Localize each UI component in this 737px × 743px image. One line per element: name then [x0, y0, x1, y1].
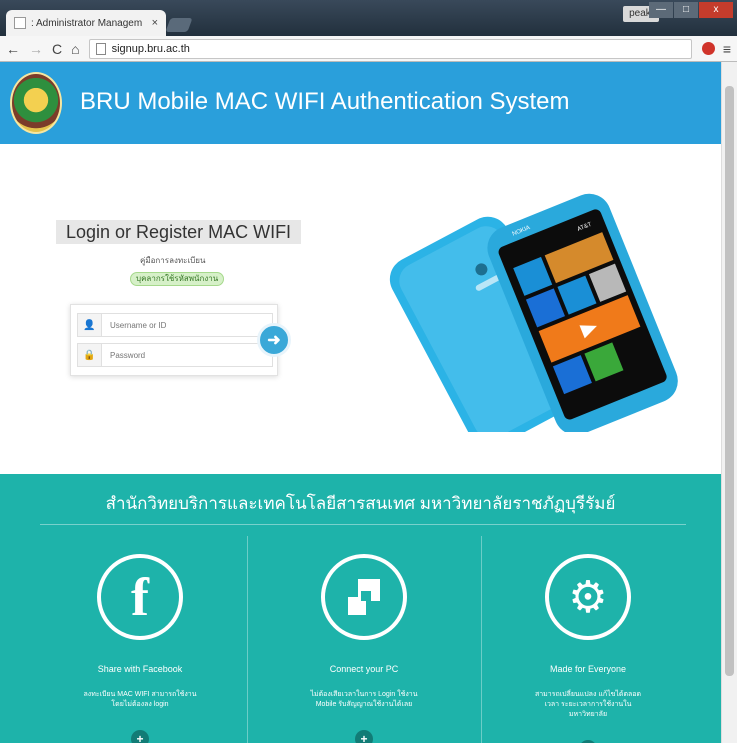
password-field[interactable]: 🔒: [77, 343, 273, 367]
feature-connect-pc: Connect your PC ไม่ต้องเสียเวลาในการ Log…: [264, 554, 464, 743]
user-icon: 👤: [78, 314, 102, 336]
page-icon: [95, 42, 106, 55]
browser-toolbar: ← → C ⌂ signup.bru.ac.th ≡: [0, 36, 737, 62]
facebook-icon: f: [97, 554, 183, 640]
login-section: Login or Register MAC WIFI คู่มือการลงทะ…: [0, 144, 721, 474]
site-title: BRU Mobile MAC WIFI Authentication Syste…: [80, 88, 570, 115]
extension-icon[interactable]: [701, 42, 715, 55]
staff-id-badge[interactable]: บุคลากรใช้รหัสพนักงาน: [130, 272, 225, 286]
password-input[interactable]: [110, 350, 250, 360]
feature-made-for-everyone: ⚙ Made for Everyone สามารถเปลี่ยนแปลง แก…: [488, 554, 688, 743]
forward-button[interactable]: →: [29, 41, 43, 57]
feature-share-facebook: f Share with Facebook ลงทะเบียน MAC WIFI…: [40, 554, 240, 743]
page-content: BRU Mobile MAC WIFI Authentication Syste…: [0, 62, 721, 743]
username-field[interactable]: 👤: [77, 313, 273, 337]
feature-title: Share with Facebook: [97, 664, 183, 674]
new-tab-button[interactable]: [165, 18, 193, 32]
arrow-right-icon: ➜: [267, 332, 281, 349]
column-divider: [247, 536, 248, 743]
connect-pc-icon: [321, 554, 407, 640]
browser-tab[interactable]: : Administrator Managem ×: [6, 10, 166, 36]
university-logo: [10, 72, 62, 134]
feature-title: Connect your PC: [329, 664, 399, 674]
address-bar[interactable]: signup.bru.ac.th: [88, 38, 692, 59]
window-controls: — □ x: [649, 2, 733, 18]
url-text: signup.bru.ac.th: [111, 42, 190, 55]
footer-section: สำนักวิทยบริการและเทคโนโลยีสารสนเทศ มหาว…: [0, 474, 721, 743]
lock-icon: 🔒: [78, 344, 102, 366]
back-button[interactable]: ←: [6, 41, 20, 57]
feature-description: ไม่ต้องเสียเวลาในการ Login ใช้งาน Mobile…: [310, 691, 418, 708]
login-form: 👤 🔒 ➜: [70, 304, 291, 376]
minimize-button[interactable]: —: [649, 2, 673, 18]
nokia-phone-illustration: NOKIA AT&T: [389, 193, 678, 448]
footer-title: สำนักวิทยบริการและเทคโนโลยีสารสนเทศ มหาว…: [105, 494, 616, 513]
more-button[interactable]: +: [355, 730, 373, 743]
home-button[interactable]: ⌂: [71, 41, 79, 57]
reload-button[interactable]: C: [52, 41, 62, 57]
login-submit-button[interactable]: ➜: [257, 323, 291, 357]
title-bar: : Administrator Managem × peakj — □ x: [0, 0, 737, 36]
column-divider: [481, 536, 482, 743]
manual-link[interactable]: คู่มือการลงทะเบียน: [140, 254, 205, 267]
menu-icon[interactable]: ≡: [723, 41, 731, 57]
feature-description: ลงทะเบียน MAC WIFI สามารถใช้งาน โดยไม่ต้…: [83, 691, 197, 708]
maximize-button[interactable]: □: [674, 2, 698, 18]
login-heading: Login or Register MAC WIFI: [56, 220, 302, 244]
site-header: BRU Mobile MAC WIFI Authentication Syste…: [0, 62, 721, 144]
divider: [40, 524, 686, 525]
username-input[interactable]: [110, 320, 250, 330]
more-button[interactable]: +: [131, 730, 149, 743]
tab-close-icon[interactable]: ×: [152, 17, 158, 29]
vertical-scrollbar[interactable]: [721, 62, 737, 743]
pc-link-glyph: [348, 579, 380, 615]
close-window-button[interactable]: x: [699, 2, 733, 18]
scrollbar-thumb[interactable]: [725, 86, 734, 676]
feature-description: สามารถเปลี่ยนแปลง แก้ไขได้ตลอดเวลา ระยะเ…: [534, 691, 642, 718]
browser-chrome: : Administrator Managem × peakj — □ x ← …: [0, 0, 737, 62]
phone-image: NOKIA AT&T: [385, 182, 695, 448]
page-icon: [14, 17, 26, 29]
tab-title: : Administrator Managem: [31, 17, 143, 29]
gear-icon: ⚙: [545, 554, 631, 640]
feature-title: Made for Everyone: [549, 664, 627, 674]
